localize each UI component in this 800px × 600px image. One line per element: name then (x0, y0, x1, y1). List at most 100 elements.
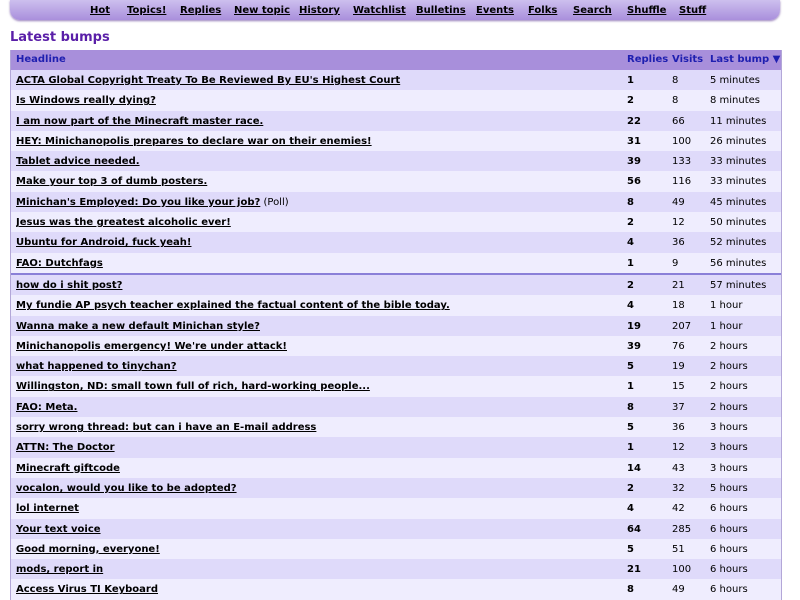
nav-link-hot[interactable]: Hot (90, 5, 110, 16)
table-row: Tablet advice needed. 39 133 33 minutes (11, 151, 781, 172)
headline-cell: I am now part of the Minecraft master ra… (16, 116, 616, 127)
replies-count: 5 (627, 361, 634, 373)
topic-link[interactable]: Jesus was the greatest alcoholic ever! (16, 217, 231, 228)
last-bump-time: 6 hours (710, 564, 748, 576)
column-header-headline[interactable]: Headline (16, 54, 66, 65)
topic-link[interactable]: Is Windows really dying? (16, 95, 156, 106)
topic-link[interactable]: mods, report in (16, 564, 103, 575)
table-row: Access Virus TI Keyboard 8 49 6 hours (11, 579, 781, 600)
column-header-visits[interactable]: Visits (672, 54, 703, 65)
nav-link-shuffle[interactable]: Shuffle (627, 5, 666, 16)
replies-count: 31 (627, 135, 641, 147)
headline-cell: My fundie AP psych teacher explained the… (16, 300, 616, 311)
table-row: Good morning, everyone! 5 51 6 hours (11, 538, 781, 560)
topic-link[interactable]: vocalon, would you like to be adopted? (16, 483, 237, 494)
visits-count: 12 (672, 217, 685, 229)
visits-count: 36 (672, 422, 685, 434)
replies-count: 1 (627, 381, 634, 393)
table-row: Minichan's Employed: Do you like your jo… (11, 191, 781, 213)
nav-link-topics[interactable]: Topics! (127, 5, 166, 16)
topic-link[interactable]: how do i shit post? (16, 280, 122, 291)
visits-count: 100 (672, 135, 692, 147)
headline-cell: vocalon, would you like to be adopted? (16, 483, 616, 494)
nav-link-watchlist[interactable]: Watchlist (353, 5, 406, 16)
nav-link-events[interactable]: Events (476, 5, 514, 16)
topic-link[interactable]: Minichan's Employed: Do you like your jo… (16, 197, 260, 208)
visits-count: 49 (672, 196, 685, 208)
headline-cell: FAO: Meta. (16, 402, 616, 413)
nav-link-search[interactable]: Search (573, 5, 612, 16)
topic-link[interactable]: ACTA Global Copyright Treaty To Be Revie… (16, 75, 400, 86)
topic-link[interactable]: sorry wrong thread: but can i have an E-… (16, 422, 316, 433)
headline-cell: Is Windows really dying? (16, 95, 616, 106)
last-bump-time: 2 hours (710, 340, 748, 352)
visits-count: 8 (672, 95, 679, 107)
topic-link[interactable]: I am now part of the Minecraft master ra… (16, 116, 263, 127)
topic-link[interactable]: ATTN: The Doctor (16, 442, 115, 453)
visits-count: 8 (672, 75, 679, 86)
topic-link[interactable]: what happened to tinychan? (16, 361, 177, 372)
replies-count: 2 (627, 217, 634, 229)
replies-count: 2 (627, 279, 634, 291)
nav-link-folks[interactable]: Folks (528, 5, 557, 16)
table-row: Ubuntu for Android, fuck yeah! 4 36 52 minu… (11, 232, 781, 253)
topic-link[interactable]: lol internet (16, 503, 79, 514)
visits-count: 19 (672, 361, 685, 373)
headline-cell: Minichan's Employed: Do you like your jo… (16, 197, 616, 208)
nav-link-bulletins[interactable]: Bulletins (416, 5, 466, 16)
last-bump-time: 50 minutes (710, 217, 767, 229)
table-row: I am now part of the Minecraft master ra… (11, 110, 781, 131)
nav-link-replies[interactable]: Replies (180, 5, 221, 16)
visits-count: 76 (672, 340, 685, 352)
headline-cell: sorry wrong thread: but can i have an E-… (16, 422, 616, 433)
visits-count: 32 (672, 482, 685, 494)
topic-link[interactable]: Tablet advice needed. (16, 156, 140, 167)
table-row: vocalon, would you like to be adopted? 2 3… (11, 477, 781, 499)
topic-link[interactable]: FAO: Meta. (16, 402, 77, 413)
last-bump-time: 1 hour (710, 320, 743, 332)
topic-link[interactable]: Minecraft giftcode (16, 463, 120, 474)
column-header-last-bump[interactable]: Last bump ▼ (710, 54, 780, 65)
visits-count: 9 (672, 257, 679, 269)
headline-cell: Minecraft giftcode (16, 463, 616, 474)
last-bump-time: 6 hours (710, 503, 748, 515)
topic-link[interactable]: Your text voice (16, 524, 101, 535)
topic-link[interactable]: Wanna make a new default Minichan style? (16, 321, 260, 332)
replies-count: 22 (627, 115, 641, 127)
visits-count: 133 (672, 156, 692, 168)
replies-count: 5 (627, 543, 634, 555)
topic-link[interactable]: Good morning, everyone! (16, 544, 160, 555)
last-bump-time: 2 hours (710, 381, 748, 393)
nav-link-stuff[interactable]: Stuff (679, 5, 706, 16)
headline-cell: ATTN: The Doctor (16, 442, 616, 453)
table-row: Wanna make a new default Minichan style?… (11, 315, 781, 336)
replies-count: 2 (627, 95, 634, 107)
last-bump-time: 3 hours (710, 462, 748, 474)
headline-cell: Wanna make a new default Minichan style? (16, 321, 616, 332)
topic-link[interactable]: Ubuntu for Android, fuck yeah! (16, 237, 191, 248)
topic-link[interactable]: Minichanopolis emergency! We're under at… (16, 341, 287, 352)
topic-link[interactable]: FAO: Dutchfags (16, 258, 103, 269)
last-bump-time: 8 minutes (710, 95, 761, 107)
visits-count: 21 (672, 279, 685, 291)
topic-link[interactable]: My fundie AP psych teacher explained the… (16, 300, 450, 311)
visits-count: 49 (672, 584, 685, 596)
table-row: how do i shit post? 2 21 57 minutes (11, 272, 781, 296)
last-bump-time: 6 hours (710, 543, 748, 555)
topic-link[interactable]: Make your top 3 of dumb posters. (16, 176, 207, 187)
topics-table: Headline Replies Visits Last bump ▼ ACTA… (10, 50, 782, 600)
last-bump-time: 1 hour (710, 300, 743, 312)
visits-count: 66 (672, 115, 685, 127)
headline-cell: Jesus was the greatest alcoholic ever! (16, 217, 616, 228)
nav-link-new-topic[interactable]: New topic (234, 5, 290, 16)
replies-count: 64 (627, 523, 641, 535)
column-header-replies[interactable]: Replies (627, 54, 668, 65)
last-bump-time: 45 minutes (710, 196, 767, 208)
nav-link-history[interactable]: History (299, 5, 340, 16)
poll-tag: (Poll) (260, 196, 289, 208)
visits-count: 43 (672, 462, 685, 474)
topic-link[interactable]: HEY: Minichanopolis prepares to declare … (16, 136, 372, 147)
replies-count: 8 (627, 401, 634, 413)
topic-link[interactable]: Willingston, ND: small town full of rich… (16, 381, 370, 392)
topic-link[interactable]: Access Virus TI Keyboard (16, 584, 158, 595)
